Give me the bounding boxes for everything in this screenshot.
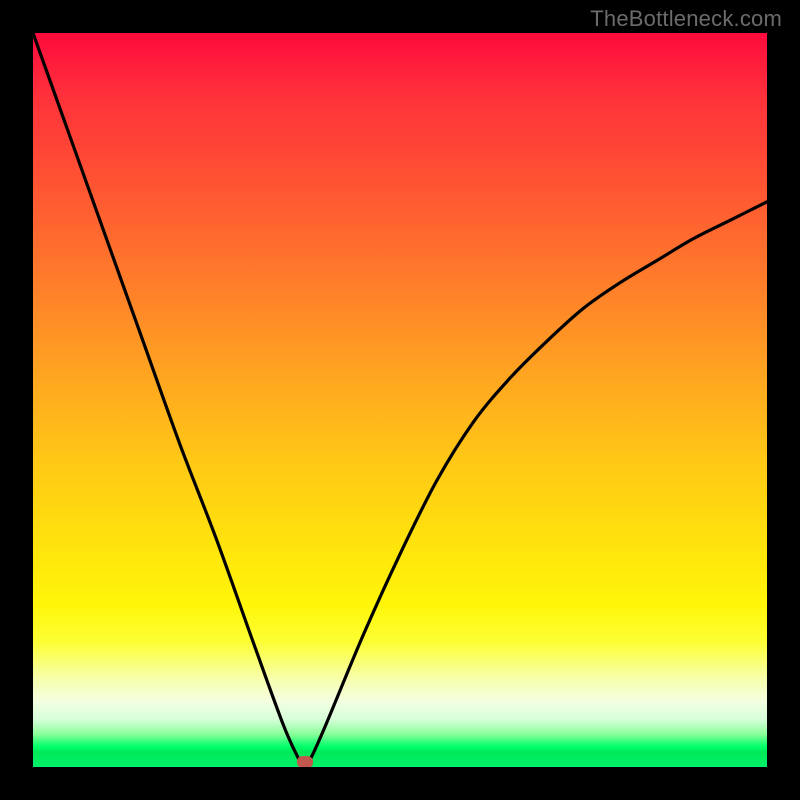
watermark-text: TheBottleneck.com bbox=[590, 6, 782, 32]
bottleneck-curve bbox=[33, 33, 767, 767]
chart-frame: TheBottleneck.com bbox=[0, 0, 800, 800]
plot-area bbox=[33, 33, 767, 767]
optimum-marker bbox=[297, 756, 313, 767]
